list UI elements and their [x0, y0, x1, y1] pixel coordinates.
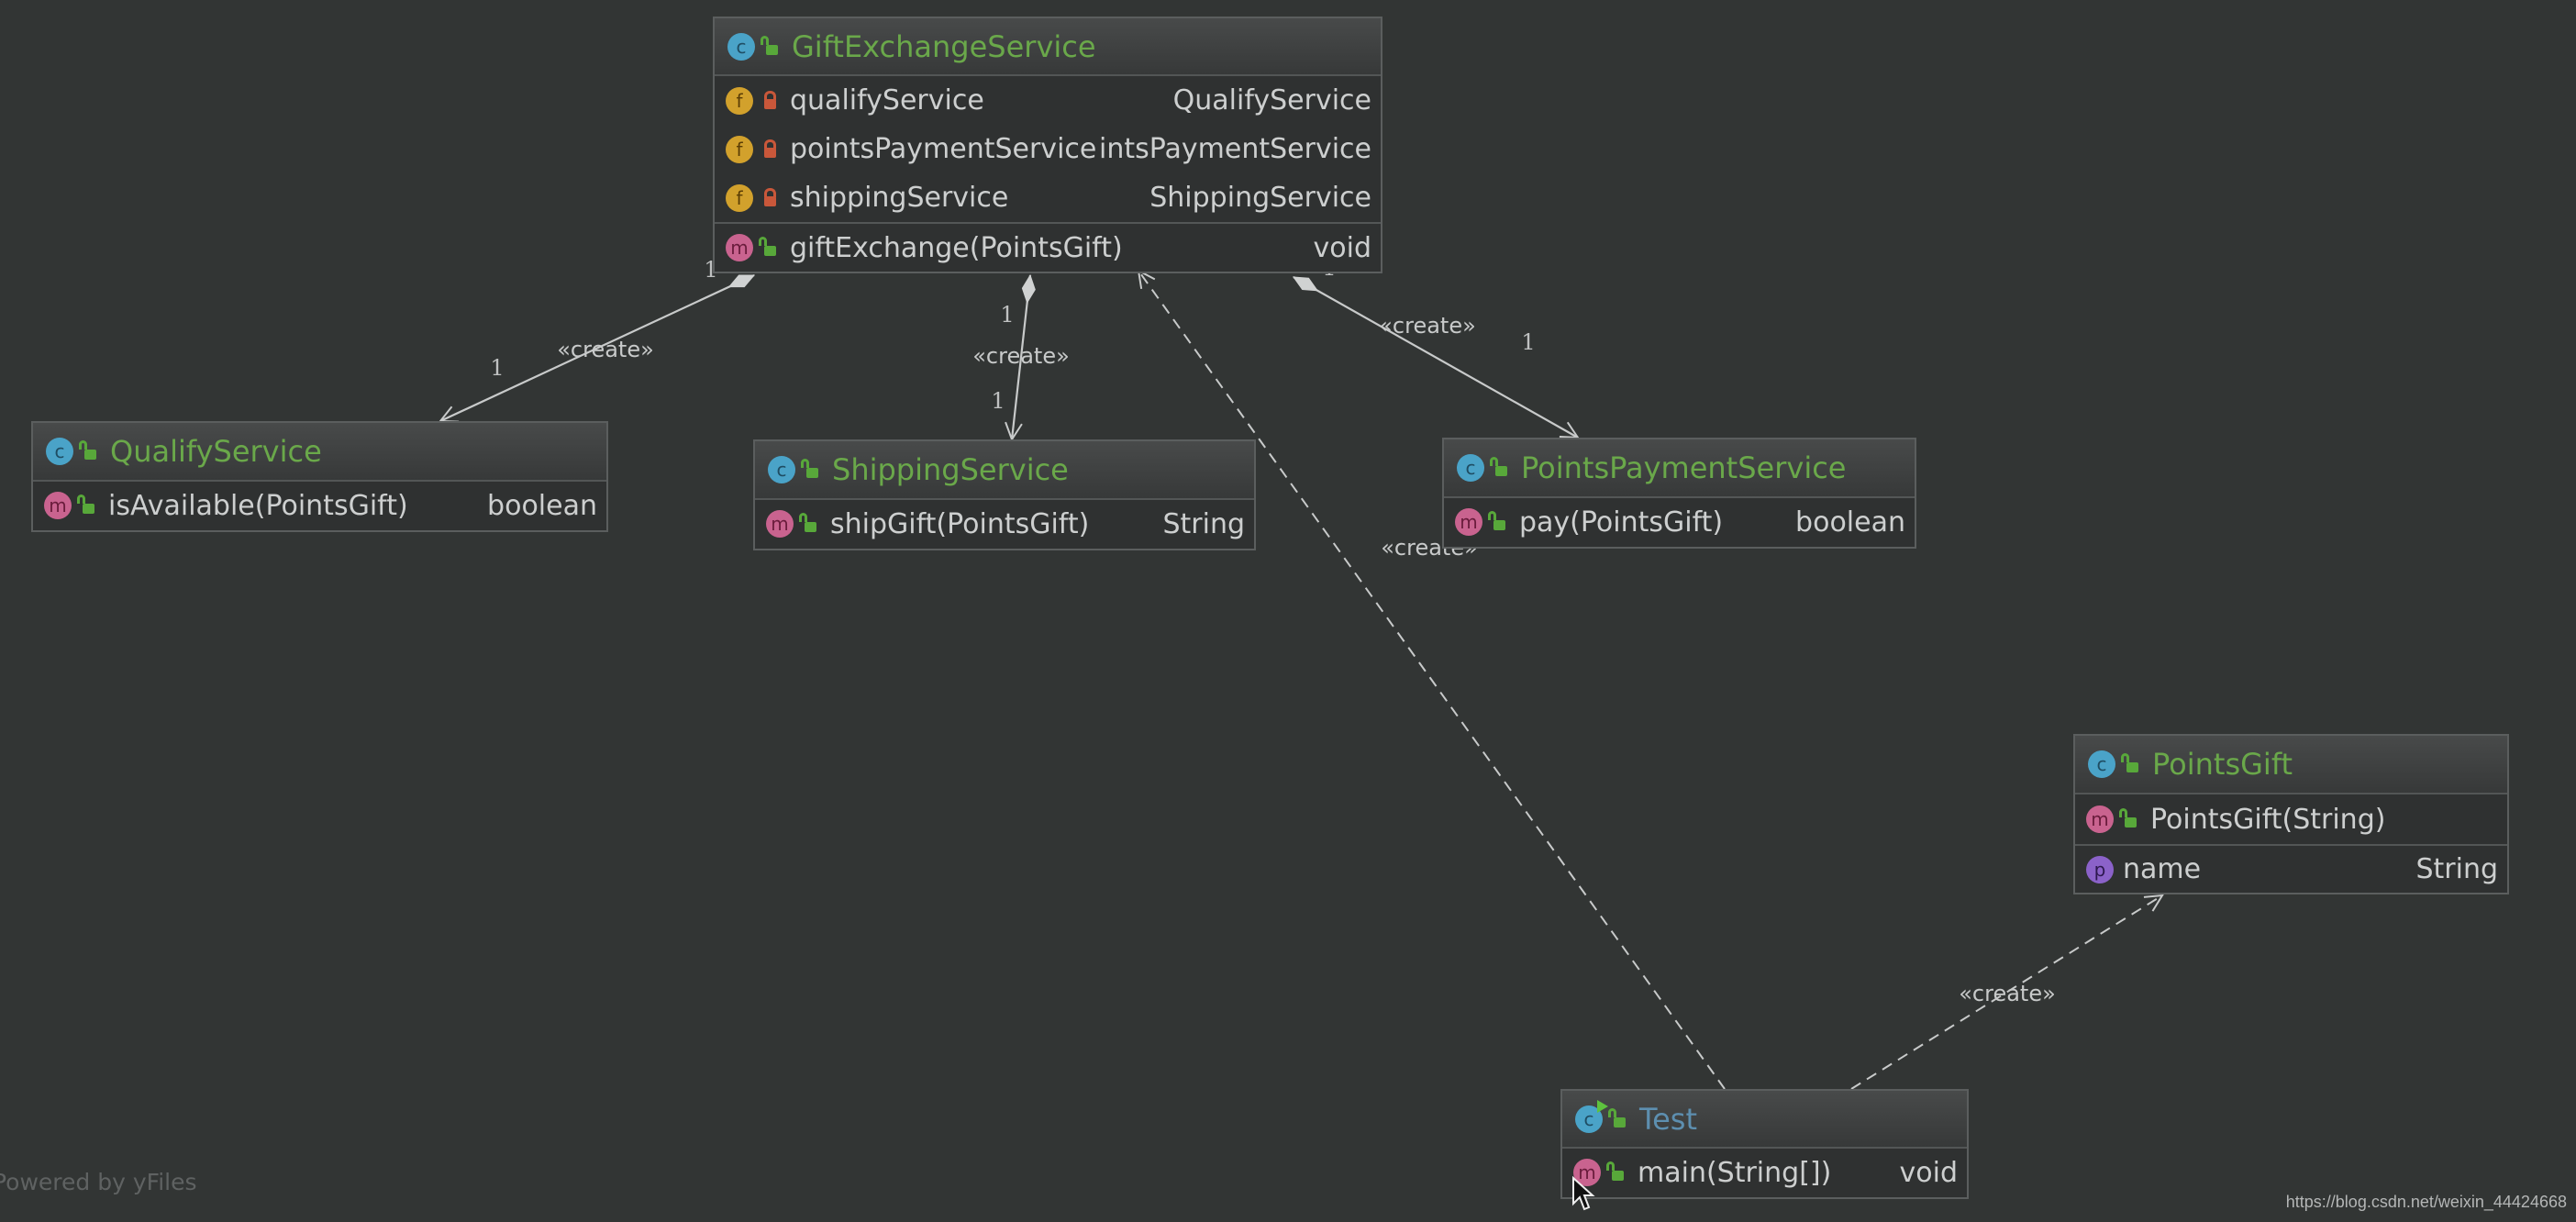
- public-visibility-icon: [1490, 457, 1510, 479]
- public-visibility-icon: [761, 35, 781, 58]
- field-name: pointsPaymentService: [790, 133, 1099, 165]
- class-header[interactable]: c ShippingService: [755, 441, 1254, 500]
- public-visibility-icon: [759, 237, 779, 259]
- field-icon: f: [726, 86, 753, 115]
- class-icon: c: [768, 456, 795, 483]
- class-icon: c: [1457, 454, 1484, 482]
- method-icon: m: [1455, 508, 1482, 536]
- field-icon: f: [726, 183, 753, 212]
- method-row[interactable]: m shipGift(PointsGift) String: [755, 500, 1254, 548]
- field-name: qualifyService: [790, 84, 986, 117]
- watermark-url: https://blog.csdn.net/weixin_44424668: [2285, 1193, 2567, 1211]
- methods-section: m isAvailable(PointsGift) boolean: [33, 482, 606, 529]
- method-icon: m: [726, 234, 753, 261]
- class-name: ShippingService: [832, 452, 1069, 487]
- class-icon: c: [727, 32, 755, 61]
- class-node-test[interactable]: c Test m main(String[]) void: [1560, 1089, 1969, 1199]
- powered-by-label: Powered by yFiles: [0, 1169, 197, 1195]
- private-visibility-icon: [761, 90, 779, 112]
- class-header[interactable]: c GiftExchangeService: [715, 18, 1381, 76]
- public-visibility-icon: [801, 459, 821, 481]
- method-name: isAvailable(PointsGift): [108, 489, 410, 522]
- method-name: shipGift(PointsGift): [830, 507, 1092, 540]
- method-row[interactable]: m main(String[]) void: [1562, 1149, 1967, 1196]
- private-visibility-icon: [761, 187, 779, 209]
- field-row[interactable]: f shippingService ShippingService: [715, 173, 1381, 222]
- method-name: pay(PointsGift): [1519, 505, 1726, 539]
- source-multiplicity: 1: [1000, 302, 1015, 328]
- class-icon: c: [46, 438, 73, 465]
- run-marker-icon: [1597, 1099, 1608, 1113]
- class-header[interactable]: c Test: [1562, 1091, 1967, 1149]
- field-name: shippingService: [790, 182, 1011, 214]
- field-row[interactable]: f qualifyService QualifyService: [715, 76, 1381, 125]
- class-node-gift-exchange-service[interactable]: c GiftExchangeService f qualifyService Q…: [713, 17, 1382, 273]
- constructor-row[interactable]: m PointsGift(String): [2075, 794, 2507, 844]
- target-multiplicity: 1: [1521, 329, 1536, 355]
- class-name: QualifyService: [110, 434, 322, 469]
- class-name: PointsGift: [2152, 747, 2293, 782]
- public-visibility-icon: [77, 494, 97, 517]
- public-visibility-icon: [1608, 1107, 1628, 1130]
- fields-section: f qualifyService QualifyService f points…: [715, 76, 1381, 224]
- runnable-class-icon: c: [1575, 1099, 1608, 1133]
- public-visibility-icon: [799, 513, 819, 535]
- methods-section: m shipGift(PointsGift) String: [755, 500, 1254, 548]
- method-name: giftExchange(PointsGift): [790, 231, 1125, 264]
- target-multiplicity: 1: [490, 355, 505, 381]
- private-visibility-icon: [761, 139, 779, 161]
- methods-section: m PointsGift(String): [2075, 794, 2507, 846]
- methods-section: m giftExchange(PointsGift) void: [715, 224, 1381, 272]
- method-icon: m: [2086, 805, 2114, 833]
- public-visibility-icon: [1488, 511, 1508, 533]
- class-name: GiftExchangeService: [792, 28, 1096, 64]
- class-node-points-payment-service[interactable]: c PointsPaymentService m pay(PointsGift)…: [1442, 438, 1916, 549]
- relation-label: «create»: [1959, 981, 2056, 1006]
- methods-section: m main(String[]) void: [1562, 1149, 1967, 1196]
- method-name: main(String[]): [1638, 1156, 1834, 1189]
- method-row[interactable]: m giftExchange(PointsGift) void: [715, 224, 1381, 272]
- class-header[interactable]: c QualifyService: [33, 423, 606, 482]
- method-row[interactable]: m pay(PointsGift) boolean: [1444, 498, 1915, 546]
- method-name: PointsGift(String): [2150, 803, 2388, 836]
- uml-diagram-canvas[interactable]: «create» 1 1 «create» 1 1 «create» 1 1 «…: [0, 0, 2576, 1222]
- class-name: Test: [1639, 1101, 1698, 1137]
- method-icon: m: [44, 492, 72, 519]
- class-header[interactable]: c PointsGift: [2075, 736, 2507, 794]
- class-node-points-gift[interactable]: c PointsGift m PointsGift(String) p name…: [2073, 734, 2509, 894]
- class-name: PointsPaymentService: [1521, 450, 1847, 485]
- mouse-cursor-icon: [1572, 1176, 1595, 1211]
- relation-dependency-test-gift-exchange[interactable]: [1138, 271, 1726, 1090]
- class-icon: c: [2088, 750, 2115, 778]
- relation-label: «create»: [557, 337, 654, 362]
- public-visibility-icon: [2121, 753, 2141, 775]
- class-node-shipping-service[interactable]: c ShippingService m shipGift(PointsGift)…: [753, 439, 1256, 550]
- public-visibility-icon: [1606, 1161, 1627, 1183]
- relation-label: «create»: [1379, 313, 1476, 339]
- relation-composition-points-payment[interactable]: [1294, 276, 1578, 438]
- method-icon: m: [766, 510, 794, 538]
- target-multiplicity: 1: [991, 388, 1005, 414]
- property-name: name: [2123, 853, 2204, 885]
- public-visibility-icon: [2119, 808, 2139, 830]
- property-icon: p: [2086, 855, 2114, 883]
- class-header[interactable]: c PointsPaymentService: [1444, 439, 1915, 498]
- public-visibility-icon: [79, 440, 99, 462]
- class-node-qualify-service[interactable]: c QualifyService m isAvailable(PointsGif…: [31, 421, 608, 532]
- relation-label: «create»: [972, 343, 1070, 369]
- field-icon: f: [726, 135, 753, 163]
- properties-section: p name String: [2075, 846, 2507, 893]
- method-row[interactable]: m isAvailable(PointsGift) boolean: [33, 482, 606, 529]
- property-row[interactable]: p name String: [2075, 846, 2507, 893]
- field-row[interactable]: f pointsPaymentService PointsPaymentServ…: [715, 125, 1381, 173]
- methods-section: m pay(PointsGift) boolean: [1444, 498, 1915, 546]
